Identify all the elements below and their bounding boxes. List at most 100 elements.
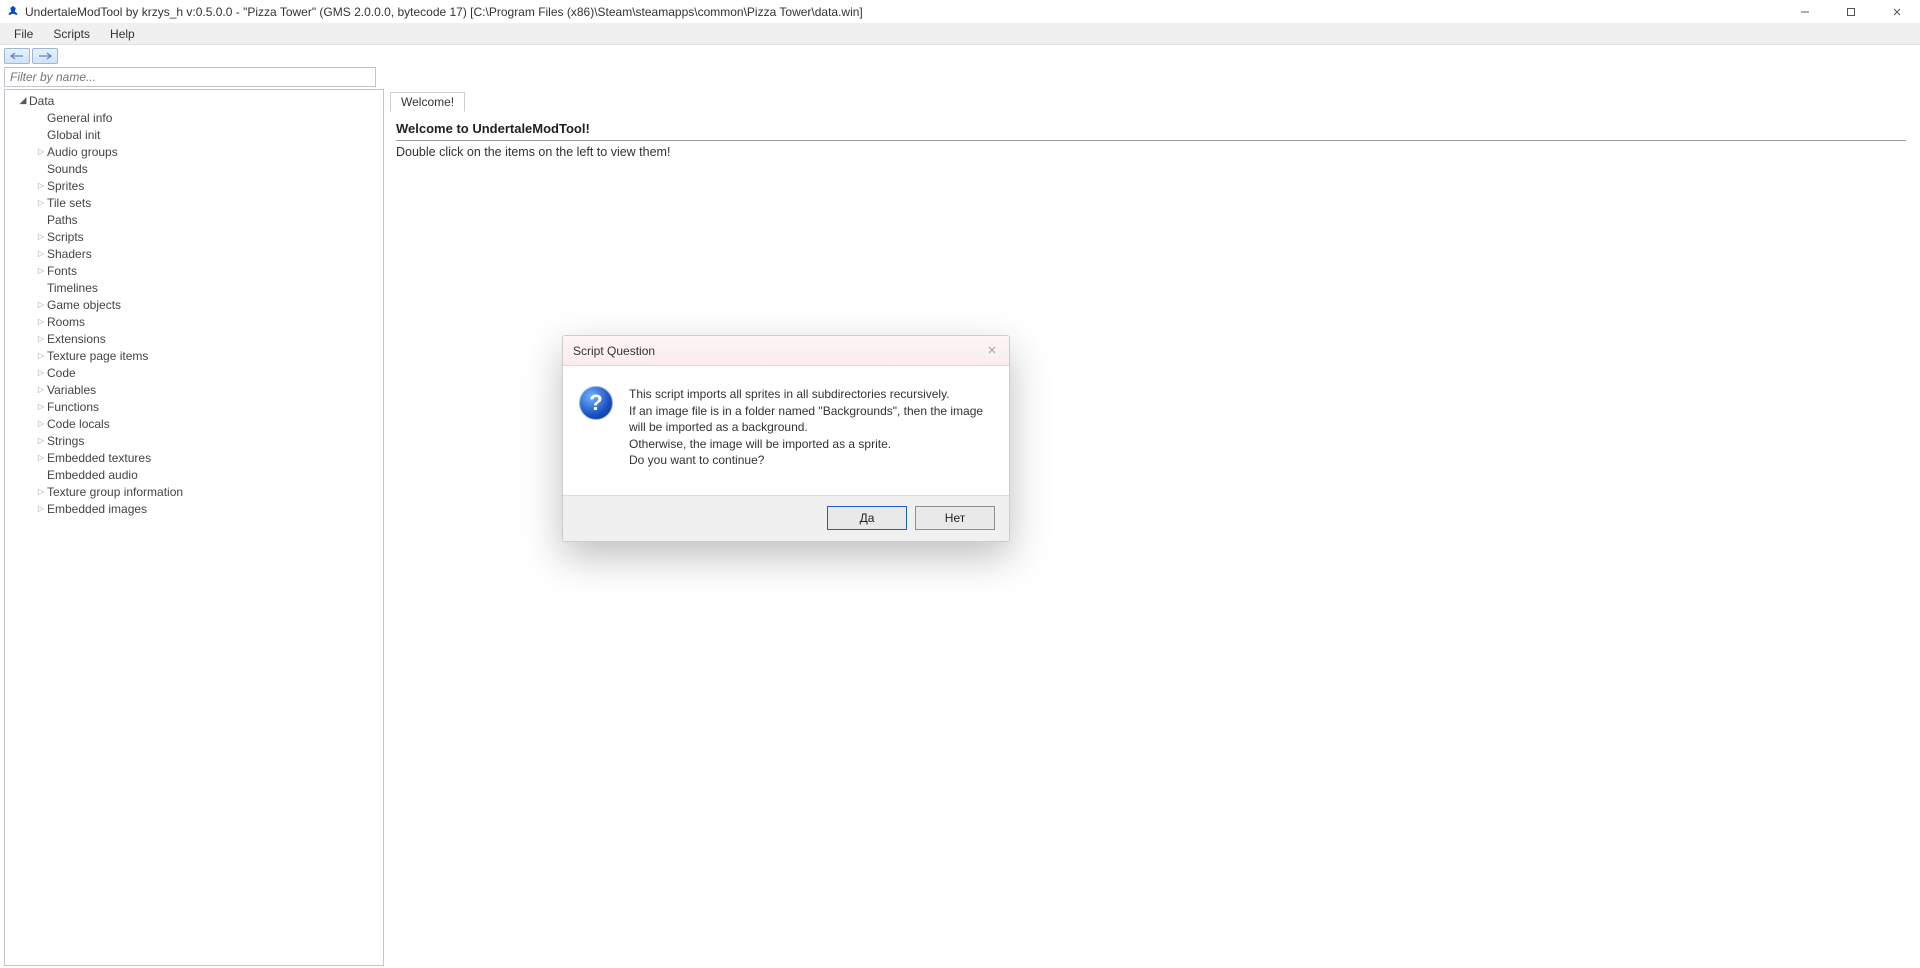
- dialog-titlebar[interactable]: Script Question: [563, 336, 1009, 366]
- tree-item-label: Strings: [47, 434, 84, 448]
- tree-item[interactable]: ▷Embedded images: [35, 500, 383, 517]
- dialog-line: Do you want to continue?: [629, 452, 993, 469]
- tree-item[interactable]: ▷Extensions: [35, 330, 383, 347]
- tree-item-label: Variables: [47, 383, 96, 397]
- dialog-title-text: Script Question: [573, 344, 655, 358]
- tree-item-label: Global init: [47, 128, 100, 142]
- tree-item-label: Tile sets: [47, 196, 91, 210]
- tree-item[interactable]: ▷Texture group information: [35, 483, 383, 500]
- tree-item-label: Embedded images: [47, 502, 147, 516]
- tree-item-label: Texture group information: [47, 485, 183, 499]
- tree-item[interactable]: Timelines: [35, 279, 383, 296]
- dialog-close-button[interactable]: [981, 340, 1003, 360]
- tree-item[interactable]: ▷Variables: [35, 381, 383, 398]
- expander-right-icon[interactable]: ▷: [35, 266, 47, 275]
- tree-item-label: Embedded textures: [47, 451, 151, 465]
- window-title: UndertaleModTool by krzys_h v:0.5.0.0 - …: [25, 5, 863, 19]
- dialog-line: This script imports all sprites in all s…: [629, 386, 993, 403]
- expander-right-icon[interactable]: ▷: [35, 334, 47, 343]
- dialog-line: If an image file is in a folder named "B…: [629, 403, 993, 436]
- tree-item-label: Game objects: [47, 298, 121, 312]
- divider: [396, 140, 1906, 141]
- tree-item[interactable]: ▷Code: [35, 364, 383, 381]
- welcome-heading: Welcome to UndertaleModTool!: [396, 121, 1906, 140]
- tabstrip: Welcome!: [388, 89, 1914, 111]
- tree-item[interactable]: ▷Code locals: [35, 415, 383, 432]
- tree-item[interactable]: ▷Rooms: [35, 313, 383, 330]
- expander-right-icon[interactable]: ▷: [35, 436, 47, 445]
- tab-welcome[interactable]: Welcome!: [390, 92, 465, 112]
- nav-back-button[interactable]: [4, 48, 30, 64]
- window-controls: [1782, 0, 1920, 23]
- expander-down-icon[interactable]: ◢: [17, 95, 29, 106]
- tree-item-label: Code locals: [47, 417, 110, 431]
- tree-item-label: Sounds: [47, 162, 88, 176]
- tree-item-label: Code: [47, 366, 76, 380]
- menu-help[interactable]: Help: [100, 25, 145, 43]
- tree-root-data[interactable]: ◢ Data: [17, 92, 383, 109]
- tree-item-label: Embedded audio: [47, 468, 138, 482]
- menu-scripts[interactable]: Scripts: [43, 25, 100, 43]
- tree-item[interactable]: Sounds: [35, 160, 383, 177]
- dialog-yes-button[interactable]: Да: [827, 506, 907, 530]
- expander-right-icon[interactable]: ▷: [35, 351, 47, 360]
- expander-right-icon[interactable]: ▷: [35, 198, 47, 207]
- tree-item-label: Audio groups: [47, 145, 118, 159]
- tree-item[interactable]: ▷Audio groups: [35, 143, 383, 160]
- expander-right-icon[interactable]: ▷: [35, 385, 47, 394]
- tree-item[interactable]: ▷Sprites: [35, 177, 383, 194]
- tree-item-label: Scripts: [47, 230, 84, 244]
- expander-right-icon[interactable]: ▷: [35, 419, 47, 428]
- expander-right-icon[interactable]: ▷: [35, 181, 47, 190]
- tree-item-label: Texture page items: [47, 349, 148, 363]
- tree-root-label: Data: [29, 94, 54, 108]
- tree-item[interactable]: General info: [35, 109, 383, 126]
- expander-right-icon[interactable]: ▷: [35, 402, 47, 411]
- tree-item[interactable]: ▷Shaders: [35, 245, 383, 262]
- tree-item-label: Shaders: [47, 247, 92, 261]
- expander-right-icon[interactable]: ▷: [35, 504, 47, 513]
- tree-item-label: General info: [47, 111, 112, 125]
- filter-input[interactable]: [4, 67, 376, 87]
- menu-file[interactable]: File: [4, 25, 43, 43]
- minimize-button[interactable]: [1782, 0, 1828, 23]
- tree-item[interactable]: ▷Embedded textures: [35, 449, 383, 466]
- dialog-message: This script imports all sprites in all s…: [629, 386, 993, 469]
- dialog-line: Otherwise, the image will be imported as…: [629, 436, 993, 453]
- tree-item[interactable]: ▷Game objects: [35, 296, 383, 313]
- expander-right-icon[interactable]: ▷: [35, 232, 47, 241]
- tree-item[interactable]: ▷Scripts: [35, 228, 383, 245]
- tree-item[interactable]: Embedded audio: [35, 466, 383, 483]
- expander-right-icon[interactable]: ▷: [35, 300, 47, 309]
- tree-item[interactable]: ▷Fonts: [35, 262, 383, 279]
- expander-right-icon[interactable]: ▷: [35, 368, 47, 377]
- script-question-dialog: Script Question ? This script imports al…: [562, 335, 1010, 542]
- toolbar: [0, 45, 1920, 67]
- expander-right-icon[interactable]: ▷: [35, 317, 47, 326]
- nav-forward-button[interactable]: [32, 48, 58, 64]
- tree-item[interactable]: ▷Functions: [35, 398, 383, 415]
- filter-wrap: [0, 67, 380, 89]
- expander-right-icon[interactable]: ▷: [35, 453, 47, 462]
- tree-item-label: Rooms: [47, 315, 85, 329]
- tree-item[interactable]: Paths: [35, 211, 383, 228]
- tree-item[interactable]: Global init: [35, 126, 383, 143]
- tree-item-label: Extensions: [47, 332, 106, 346]
- expander-right-icon[interactable]: ▷: [35, 147, 47, 156]
- titlebar: UndertaleModTool by krzys_h v:0.5.0.0 - …: [0, 0, 1920, 23]
- tree-item[interactable]: ▷Texture page items: [35, 347, 383, 364]
- maximize-button[interactable]: [1828, 0, 1874, 23]
- sidebar-tree[interactable]: ◢ Data General infoGlobal init▷Audio gro…: [4, 89, 384, 966]
- tree-item-label: Fonts: [47, 264, 77, 278]
- dialog-footer: Да Нет: [563, 495, 1009, 541]
- tree-item-label: Timelines: [47, 281, 98, 295]
- close-button[interactable]: [1874, 0, 1920, 23]
- dialog-no-button[interactable]: Нет: [915, 506, 995, 530]
- tree-item[interactable]: ▷Strings: [35, 432, 383, 449]
- tree-item-label: Paths: [47, 213, 78, 227]
- expander-right-icon[interactable]: ▷: [35, 249, 47, 258]
- expander-right-icon[interactable]: ▷: [35, 487, 47, 496]
- menubar: File Scripts Help: [0, 23, 1920, 45]
- tree-item[interactable]: ▷Tile sets: [35, 194, 383, 211]
- welcome-subtext: Double click on the items on the left to…: [396, 145, 1906, 159]
